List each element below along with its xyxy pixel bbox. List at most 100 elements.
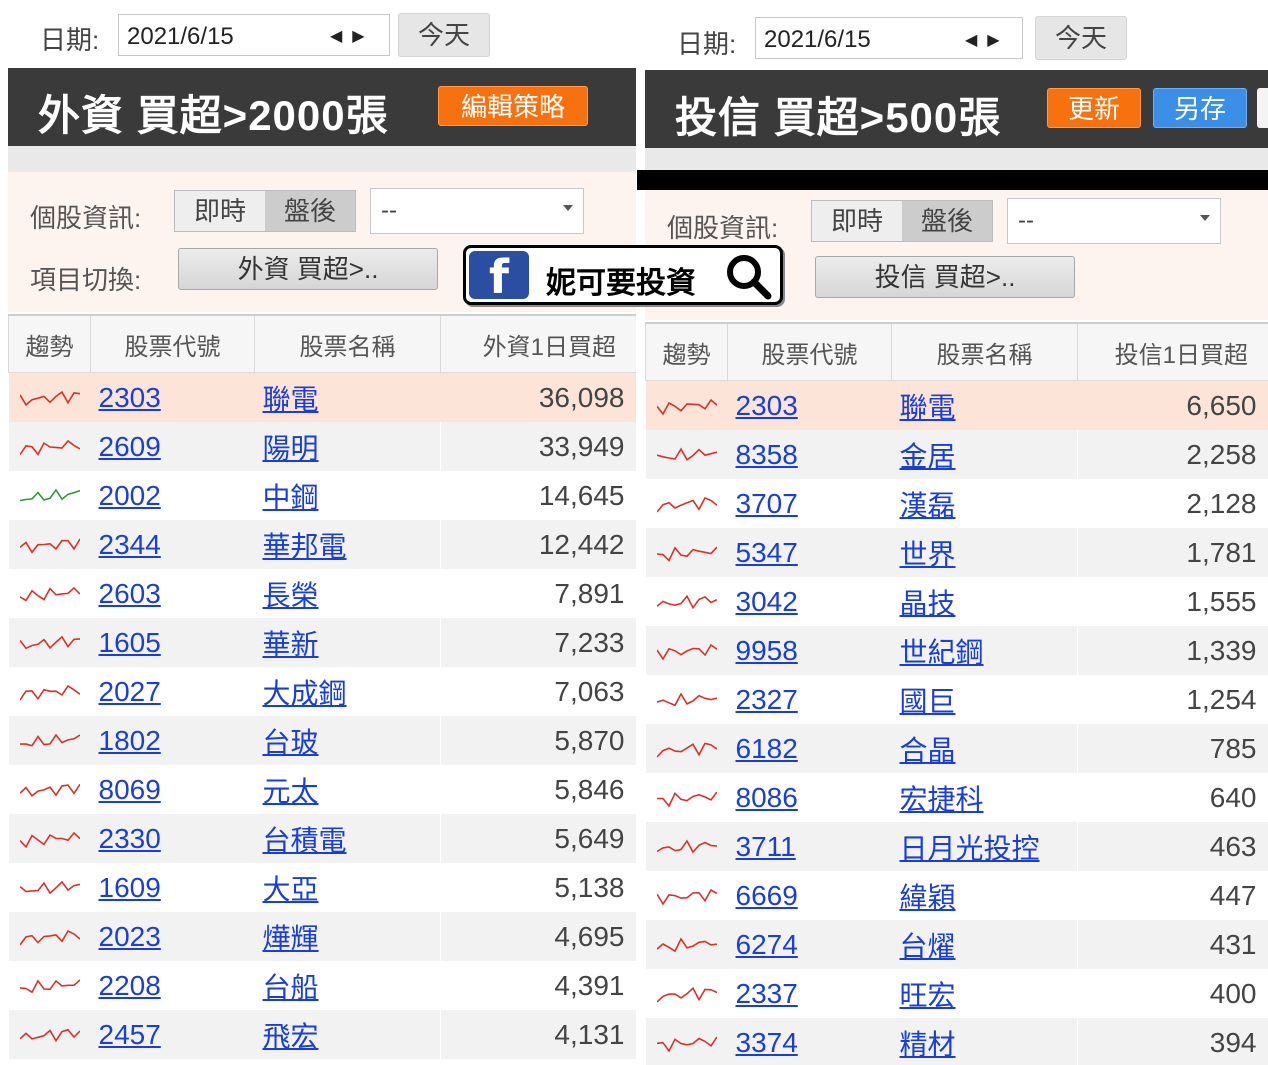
stock-code-link[interactable]: 2609 (99, 431, 161, 462)
table-row[interactable]: 1605 華新 7,233 (8, 618, 636, 667)
stock-name-link[interactable]: 長榮 (263, 580, 319, 611)
stock-name-link[interactable]: 台船 (263, 972, 319, 1003)
stock-name-link[interactable]: 華邦電 (263, 531, 347, 562)
stock-name-link[interactable]: 漢磊 (900, 490, 956, 521)
stock-name-link[interactable]: 宏捷科 (900, 784, 984, 815)
table-row[interactable]: 9958 世紀鋼 1,339 (645, 626, 1268, 675)
more-button[interactable] (1257, 88, 1268, 128)
stock-name-link[interactable]: 精材 (900, 1029, 956, 1060)
table-row[interactable]: 8086 宏捷科 640 (645, 773, 1268, 822)
stock-name-link[interactable]: 世紀鋼 (900, 637, 984, 668)
today-button[interactable]: 今天 (1035, 16, 1127, 60)
stock-name-link[interactable]: 台玻 (263, 727, 319, 758)
stock-name-link[interactable]: 國巨 (900, 686, 956, 717)
stock-code-link[interactable]: 2303 (99, 382, 161, 413)
stock-name-link[interactable]: 台燿 (900, 931, 956, 962)
realtime-toggle[interactable]: 即時 (175, 191, 265, 231)
stock-name-link[interactable]: 晶技 (900, 588, 956, 619)
name-header[interactable]: 股票名稱 (891, 322, 1078, 381)
stock-code-link[interactable]: 1609 (99, 872, 161, 903)
stock-name-link[interactable]: 旺宏 (900, 980, 956, 1011)
stock-code-link[interactable]: 3711 (736, 831, 796, 862)
table-row[interactable]: 3711 日月光投控 463 (645, 822, 1268, 871)
stock-code-link[interactable]: 6182 (736, 733, 798, 764)
code-header[interactable]: 股票代號 (727, 322, 892, 381)
today-button[interactable]: 今天 (398, 13, 490, 57)
value-header[interactable]: 投信1日買超 (1077, 322, 1268, 381)
table-row[interactable]: 6182 合晶 785 (645, 724, 1268, 773)
realtime-toggle[interactable]: 即時 (812, 201, 902, 241)
table-row[interactable]: 3707 漢磊 2,128 (645, 479, 1268, 528)
stock-code-link[interactable]: 2344 (99, 529, 161, 560)
date-prev-next-arrows[interactable]: ◀▶ (330, 26, 375, 46)
table-row[interactable]: 3042 晶技 1,555 (645, 577, 1268, 626)
table-row[interactable]: 2027 大成鋼 7,063 (8, 667, 636, 716)
table-row[interactable]: 2023 燁輝 4,695 (8, 912, 636, 961)
table-row[interactable]: 1609 大亞 5,138 (8, 863, 636, 912)
table-row[interactable]: 3374 精材 394 (645, 1018, 1268, 1065)
stock-name-link[interactable]: 燁輝 (263, 923, 319, 954)
stock-name-link[interactable]: 大成鋼 (263, 678, 347, 709)
table-row[interactable]: 5347 世界 1,781 (645, 528, 1268, 577)
table-row[interactable]: 2457 飛宏 4,131 (8, 1010, 636, 1059)
table-row[interactable]: 6274 台燿 431 (645, 920, 1268, 969)
item-switch-button[interactable]: 投信 買超>.. (815, 256, 1075, 298)
stock-name-link[interactable]: 元太 (263, 776, 319, 807)
stock-code-link[interactable]: 8069 (99, 774, 161, 805)
stock-code-link[interactable]: 6669 (736, 880, 798, 911)
stock-code-link[interactable]: 3042 (736, 586, 798, 617)
code-header[interactable]: 股票代號 (90, 314, 255, 373)
stock-code-link[interactable]: 2023 (99, 921, 161, 952)
save-as-button[interactable]: 另存 (1153, 88, 1247, 128)
table-row[interactable]: 2337 旺宏 400 (645, 969, 1268, 1018)
stock-code-link[interactable]: 2327 (736, 684, 798, 715)
stock-name-link[interactable]: 聯電 (263, 384, 319, 415)
stock-name-link[interactable]: 日月光投控 (900, 833, 1040, 864)
stock-name-link[interactable]: 大亞 (263, 874, 319, 905)
stock-code-link[interactable]: 3374 (736, 1027, 798, 1058)
table-row[interactable]: 2303 聯電 6,650 (645, 380, 1268, 430)
name-header[interactable]: 股票名稱 (254, 314, 441, 373)
table-row[interactable]: 2344 華邦電 12,442 (8, 520, 636, 569)
stock-code-link[interactable]: 8086 (736, 782, 798, 813)
stock-code-link[interactable]: 6274 (736, 929, 798, 960)
stock-code-link[interactable]: 2337 (736, 978, 798, 1009)
stock-code-link[interactable]: 9958 (736, 635, 798, 666)
update-button[interactable]: 更新 (1047, 88, 1141, 128)
stock-code-link[interactable]: 2303 (736, 390, 798, 421)
stock-code-link[interactable]: 2208 (99, 970, 161, 1001)
table-row[interactable]: 2208 台船 4,391 (8, 961, 636, 1010)
stock-code-link[interactable]: 2330 (99, 823, 161, 854)
stock-info-select[interactable]: -- (370, 188, 584, 234)
stock-name-link[interactable]: 聯電 (900, 392, 956, 423)
table-row[interactable]: 2609 陽明 33,949 (8, 422, 636, 471)
trend-header[interactable]: 趨勢 (8, 314, 91, 373)
stock-code-link[interactable]: 5347 (736, 537, 798, 568)
stock-name-link[interactable]: 飛宏 (263, 1021, 319, 1052)
stock-code-link[interactable]: 1802 (99, 725, 161, 756)
stock-info-select[interactable]: -- (1007, 198, 1221, 244)
value-header[interactable]: 外資1日買超 (440, 314, 636, 373)
date-prev-next-arrows[interactable]: ◀▶ (965, 30, 1010, 50)
stock-name-link[interactable]: 世界 (900, 539, 956, 570)
table-row[interactable]: 2327 國巨 1,254 (645, 675, 1268, 724)
table-row[interactable]: 1802 台玻 5,870 (8, 716, 636, 765)
table-row[interactable]: 2330 台積電 5,649 (8, 814, 636, 863)
trend-header[interactable]: 趨勢 (645, 322, 728, 381)
stock-code-link[interactable]: 2457 (99, 1019, 161, 1050)
table-row[interactable]: 6669 緯穎 447 (645, 871, 1268, 920)
stock-code-link[interactable]: 2027 (99, 676, 161, 707)
table-row[interactable]: 8069 元太 5,846 (8, 765, 636, 814)
stock-code-link[interactable]: 1605 (99, 627, 161, 658)
edit-strategy-button[interactable]: 編輯策略 (438, 86, 588, 126)
table-row[interactable]: 8358 金居 2,258 (645, 430, 1268, 479)
stock-name-link[interactable]: 華新 (263, 629, 319, 660)
stock-name-link[interactable]: 金居 (900, 441, 956, 472)
table-row[interactable]: 2002 中鋼 14,645 (8, 471, 636, 520)
after-hours-toggle[interactable]: 盤後 (265, 191, 355, 231)
after-hours-toggle[interactable]: 盤後 (902, 201, 992, 241)
stock-name-link[interactable]: 陽明 (263, 433, 319, 464)
stock-code-link[interactable]: 2603 (99, 578, 161, 609)
stock-code-link[interactable]: 8358 (736, 439, 798, 470)
table-row[interactable]: 2303 聯電 36,098 (8, 372, 636, 422)
